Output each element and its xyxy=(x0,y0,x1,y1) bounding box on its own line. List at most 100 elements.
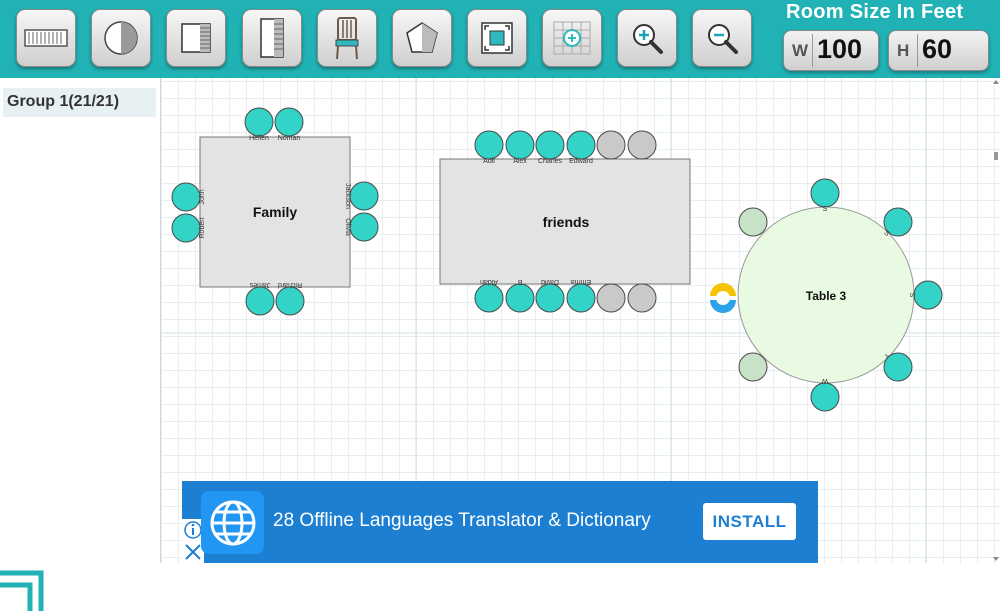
seat[interactable]: Jackson xyxy=(344,181,379,211)
close-icon[interactable] xyxy=(185,544,201,560)
globe-icon xyxy=(201,491,264,554)
seat-guest-name: Edward xyxy=(569,158,593,165)
seat[interactable]: Charles xyxy=(535,130,565,165)
seat-circle xyxy=(535,130,565,160)
seat-guest-name: B xyxy=(517,278,522,285)
square-wall-tool[interactable] xyxy=(166,9,226,67)
width-letter: W xyxy=(792,41,809,60)
table-family[interactable]: Family xyxy=(199,136,351,288)
polygon-tool[interactable] xyxy=(392,9,452,67)
ad-banner[interactable]: 28 Offline Languages Translator & Dictio… xyxy=(182,481,818,563)
seat-guest-name: Noman xyxy=(278,135,301,142)
grid-tool[interactable] xyxy=(542,9,602,67)
vertical-scrollbar[interactable] xyxy=(992,78,1000,563)
seat-circle xyxy=(810,382,840,412)
seat-circle xyxy=(275,286,305,316)
group-list-item[interactable]: Group 1(21/21) xyxy=(3,88,156,117)
seat-circle xyxy=(535,283,565,313)
table-friends-name: friends xyxy=(543,214,590,230)
rotate-handle-icon[interactable] xyxy=(710,283,736,313)
grid-plus-icon xyxy=(553,21,591,55)
globe-drawing xyxy=(210,500,255,545)
seat[interactable] xyxy=(627,130,657,160)
seat-guest-name: W xyxy=(821,377,828,384)
seat-circle xyxy=(738,352,768,382)
seat[interactable] xyxy=(596,283,626,313)
room-height-value: 60 xyxy=(922,34,953,64)
room-height-field[interactable]: H 60 xyxy=(888,30,989,71)
seat-guest-name: Robert xyxy=(199,217,206,238)
seat-circle xyxy=(566,130,596,160)
chair-tool[interactable] xyxy=(317,9,377,67)
tall-wall-icon xyxy=(260,18,284,58)
zoom-in-tool[interactable] xyxy=(617,9,677,67)
rectangle-table-icon xyxy=(24,29,68,47)
seat-guest-name: Emma xyxy=(571,278,591,285)
toolbar: Room Size In Feet W 100 H 60 xyxy=(0,0,1000,78)
seat-guest-name: Olivia xyxy=(344,218,351,236)
seat-circle xyxy=(244,107,274,137)
seat-circle xyxy=(596,130,626,160)
seat-guest-name: Richard xyxy=(278,281,302,288)
guest-group-sidebar: Group 1(21/21) xyxy=(0,78,161,611)
seat-circle xyxy=(596,283,626,313)
seat-circle xyxy=(245,286,275,316)
rectangle-table-tool[interactable] xyxy=(16,9,76,67)
table-friends[interactable]: friends xyxy=(439,158,691,285)
seat-circle xyxy=(913,280,943,310)
seat-guest-name: Alex xyxy=(513,158,527,165)
seat[interactable]: Emma xyxy=(566,278,596,313)
corner-bracket-icon xyxy=(0,570,44,611)
seat-circle xyxy=(474,283,504,313)
seat[interactable]: Y xyxy=(882,351,913,382)
tall-wall-tool[interactable] xyxy=(242,9,302,67)
seat-circle xyxy=(627,283,657,313)
seat[interactable]: Hellen xyxy=(244,107,274,142)
seat[interactable] xyxy=(627,283,657,313)
seat[interactable]: Richard xyxy=(275,281,305,316)
seat[interactable]: Noman xyxy=(274,107,304,142)
room-size-title: Room Size In Feet xyxy=(786,1,964,23)
seat[interactable]: Robert xyxy=(171,213,206,243)
seat-guest-name: James xyxy=(249,281,270,288)
table-3-name: Table 3 xyxy=(806,289,847,303)
seat[interactable]: Edward xyxy=(566,130,596,165)
info-icon[interactable] xyxy=(184,521,202,539)
zoom-in-icon xyxy=(633,24,663,54)
seat-guest-name: David xyxy=(541,278,559,285)
seat-guest-name: S xyxy=(908,293,915,298)
fit-screen-tool[interactable] xyxy=(467,9,527,67)
seat-guest-name: Adil xyxy=(483,158,495,165)
room-width-value: 100 xyxy=(817,34,863,64)
zoom-out-icon xyxy=(708,24,738,54)
seat-circle xyxy=(349,181,379,211)
seat[interactable]: James xyxy=(245,281,275,316)
width-separator xyxy=(812,34,813,67)
seat-guest-name: John xyxy=(199,189,206,204)
seat[interactable]: S xyxy=(882,207,913,238)
seat-circle xyxy=(505,283,535,313)
seat-guest-name: Charles xyxy=(538,158,563,165)
height-separator xyxy=(917,34,918,67)
seat-guest-name: Aidan xyxy=(480,278,498,285)
seat[interactable] xyxy=(596,130,626,160)
seat-circle xyxy=(349,212,379,242)
square-wall-icon xyxy=(181,23,211,53)
seat[interactable] xyxy=(738,352,768,382)
chair-icon xyxy=(335,17,359,60)
room-width-field[interactable]: W 100 xyxy=(783,30,879,71)
seat-circle xyxy=(810,178,840,208)
seat-circle xyxy=(505,130,535,160)
zoom-out-tool[interactable] xyxy=(692,9,752,67)
seat-guest-name: Jackson xyxy=(344,183,351,209)
seat-circle xyxy=(171,182,201,212)
seat-circle xyxy=(274,107,304,137)
group-label: Group 1(21/21) xyxy=(7,93,120,110)
seat-guest-name: S xyxy=(823,206,828,213)
round-table-icon xyxy=(104,21,138,55)
round-table-tool[interactable] xyxy=(91,9,151,67)
seat-circle xyxy=(171,213,201,243)
ad-install-button[interactable]: INSTALL xyxy=(703,503,796,540)
ad-text: 28 Offline Languages Translator & Dictio… xyxy=(273,510,651,531)
seat[interactable] xyxy=(738,207,768,237)
